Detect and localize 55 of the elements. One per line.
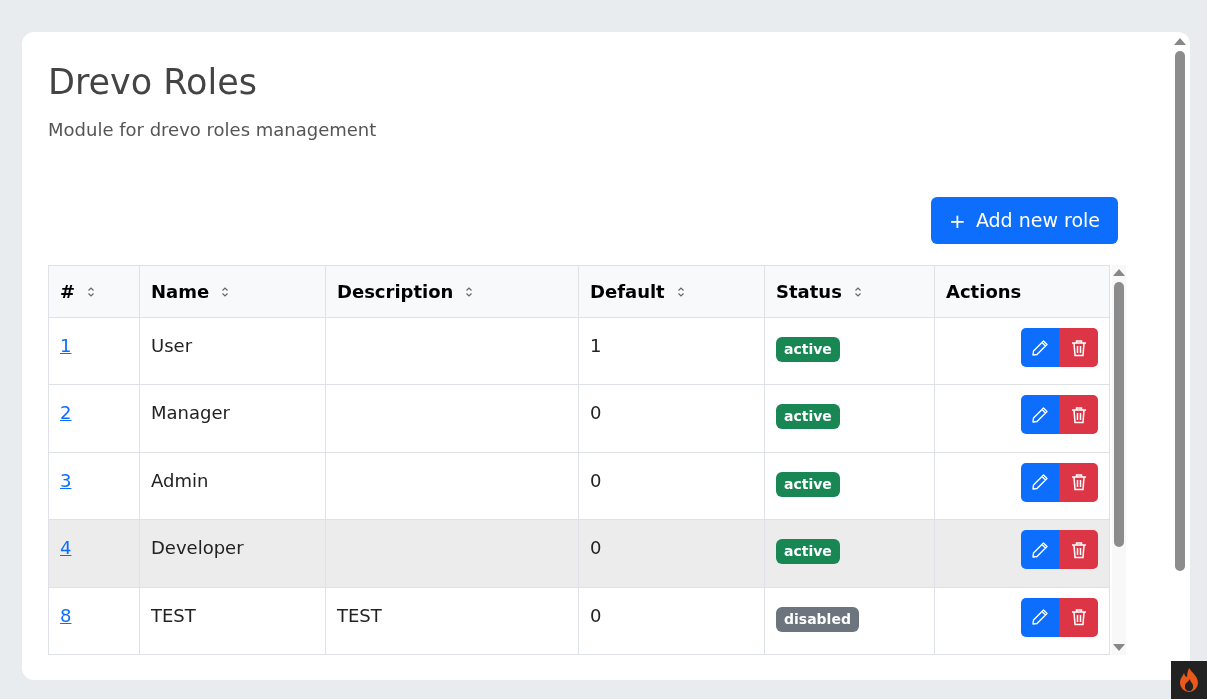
default-value: 1: [590, 335, 602, 356]
flame-icon[interactable]: [1171, 661, 1207, 699]
pencil-icon: [1031, 473, 1050, 492]
role-id-link[interactable]: 8: [60, 604, 72, 626]
delete-button[interactable]: [1059, 328, 1099, 367]
edit-button[interactable]: [1021, 395, 1060, 435]
column-header[interactable]: #: [60, 278, 76, 305]
default-value: 0: [590, 604, 602, 626]
sort-icon[interactable]: [676, 285, 685, 298]
default-value: 0: [590, 402, 602, 424]
edit-button[interactable]: [1021, 462, 1060, 502]
edit-button[interactable]: [1021, 597, 1060, 637]
status-badge: active: [776, 404, 840, 430]
role-description: TEST: [337, 604, 382, 626]
page-subtitle: Module for drevo roles management: [48, 118, 377, 142]
role-name: Manager: [151, 402, 230, 424]
sort-icon[interactable]: [465, 285, 474, 298]
trash-icon: [1070, 608, 1087, 627]
default-value: 0: [590, 537, 602, 559]
column-header: Actions: [946, 280, 1022, 304]
pencil-icon: [1031, 540, 1050, 559]
status-badge: disabled: [776, 606, 859, 632]
delete-button[interactable]: [1059, 462, 1099, 502]
table-scrollbar[interactable]: [1112, 265, 1126, 655]
role-name: TEST: [151, 604, 196, 626]
trash-icon: [1070, 405, 1087, 424]
status-badge: active: [776, 337, 840, 362]
trash-icon: [1070, 473, 1087, 492]
trash-icon: [1070, 338, 1087, 357]
sort-icon[interactable]: [87, 285, 96, 298]
role-id-link[interactable]: 4: [60, 537, 72, 559]
role-name: Admin: [151, 469, 209, 491]
pencil-icon: [1031, 338, 1050, 357]
role-name: User: [151, 335, 193, 356]
column-header[interactable]: Status: [776, 278, 842, 305]
delete-button[interactable]: [1059, 597, 1099, 637]
role-id-link[interactable]: 2: [60, 402, 72, 424]
column-header[interactable]: Name: [151, 278, 210, 305]
pencil-icon: [1031, 405, 1050, 424]
role-id-link[interactable]: 1: [60, 335, 72, 356]
add-role-button[interactable]: + Add new role: [931, 197, 1118, 244]
pencil-icon: [1031, 608, 1050, 627]
delete-button[interactable]: [1059, 395, 1099, 435]
role-name: Developer: [151, 537, 244, 559]
status-badge: active: [776, 471, 840, 497]
status-badge: active: [776, 539, 840, 565]
edit-button[interactable]: [1021, 530, 1060, 570]
sort-icon[interactable]: [853, 285, 862, 298]
edit-button[interactable]: [1021, 328, 1060, 367]
role-id-link[interactable]: 3: [60, 469, 72, 491]
delete-button[interactable]: [1059, 530, 1099, 570]
page-title: Drevo Roles: [48, 61, 257, 104]
trash-icon: [1070, 540, 1087, 559]
sort-icon[interactable]: [221, 285, 230, 298]
default-value: 0: [590, 469, 602, 491]
